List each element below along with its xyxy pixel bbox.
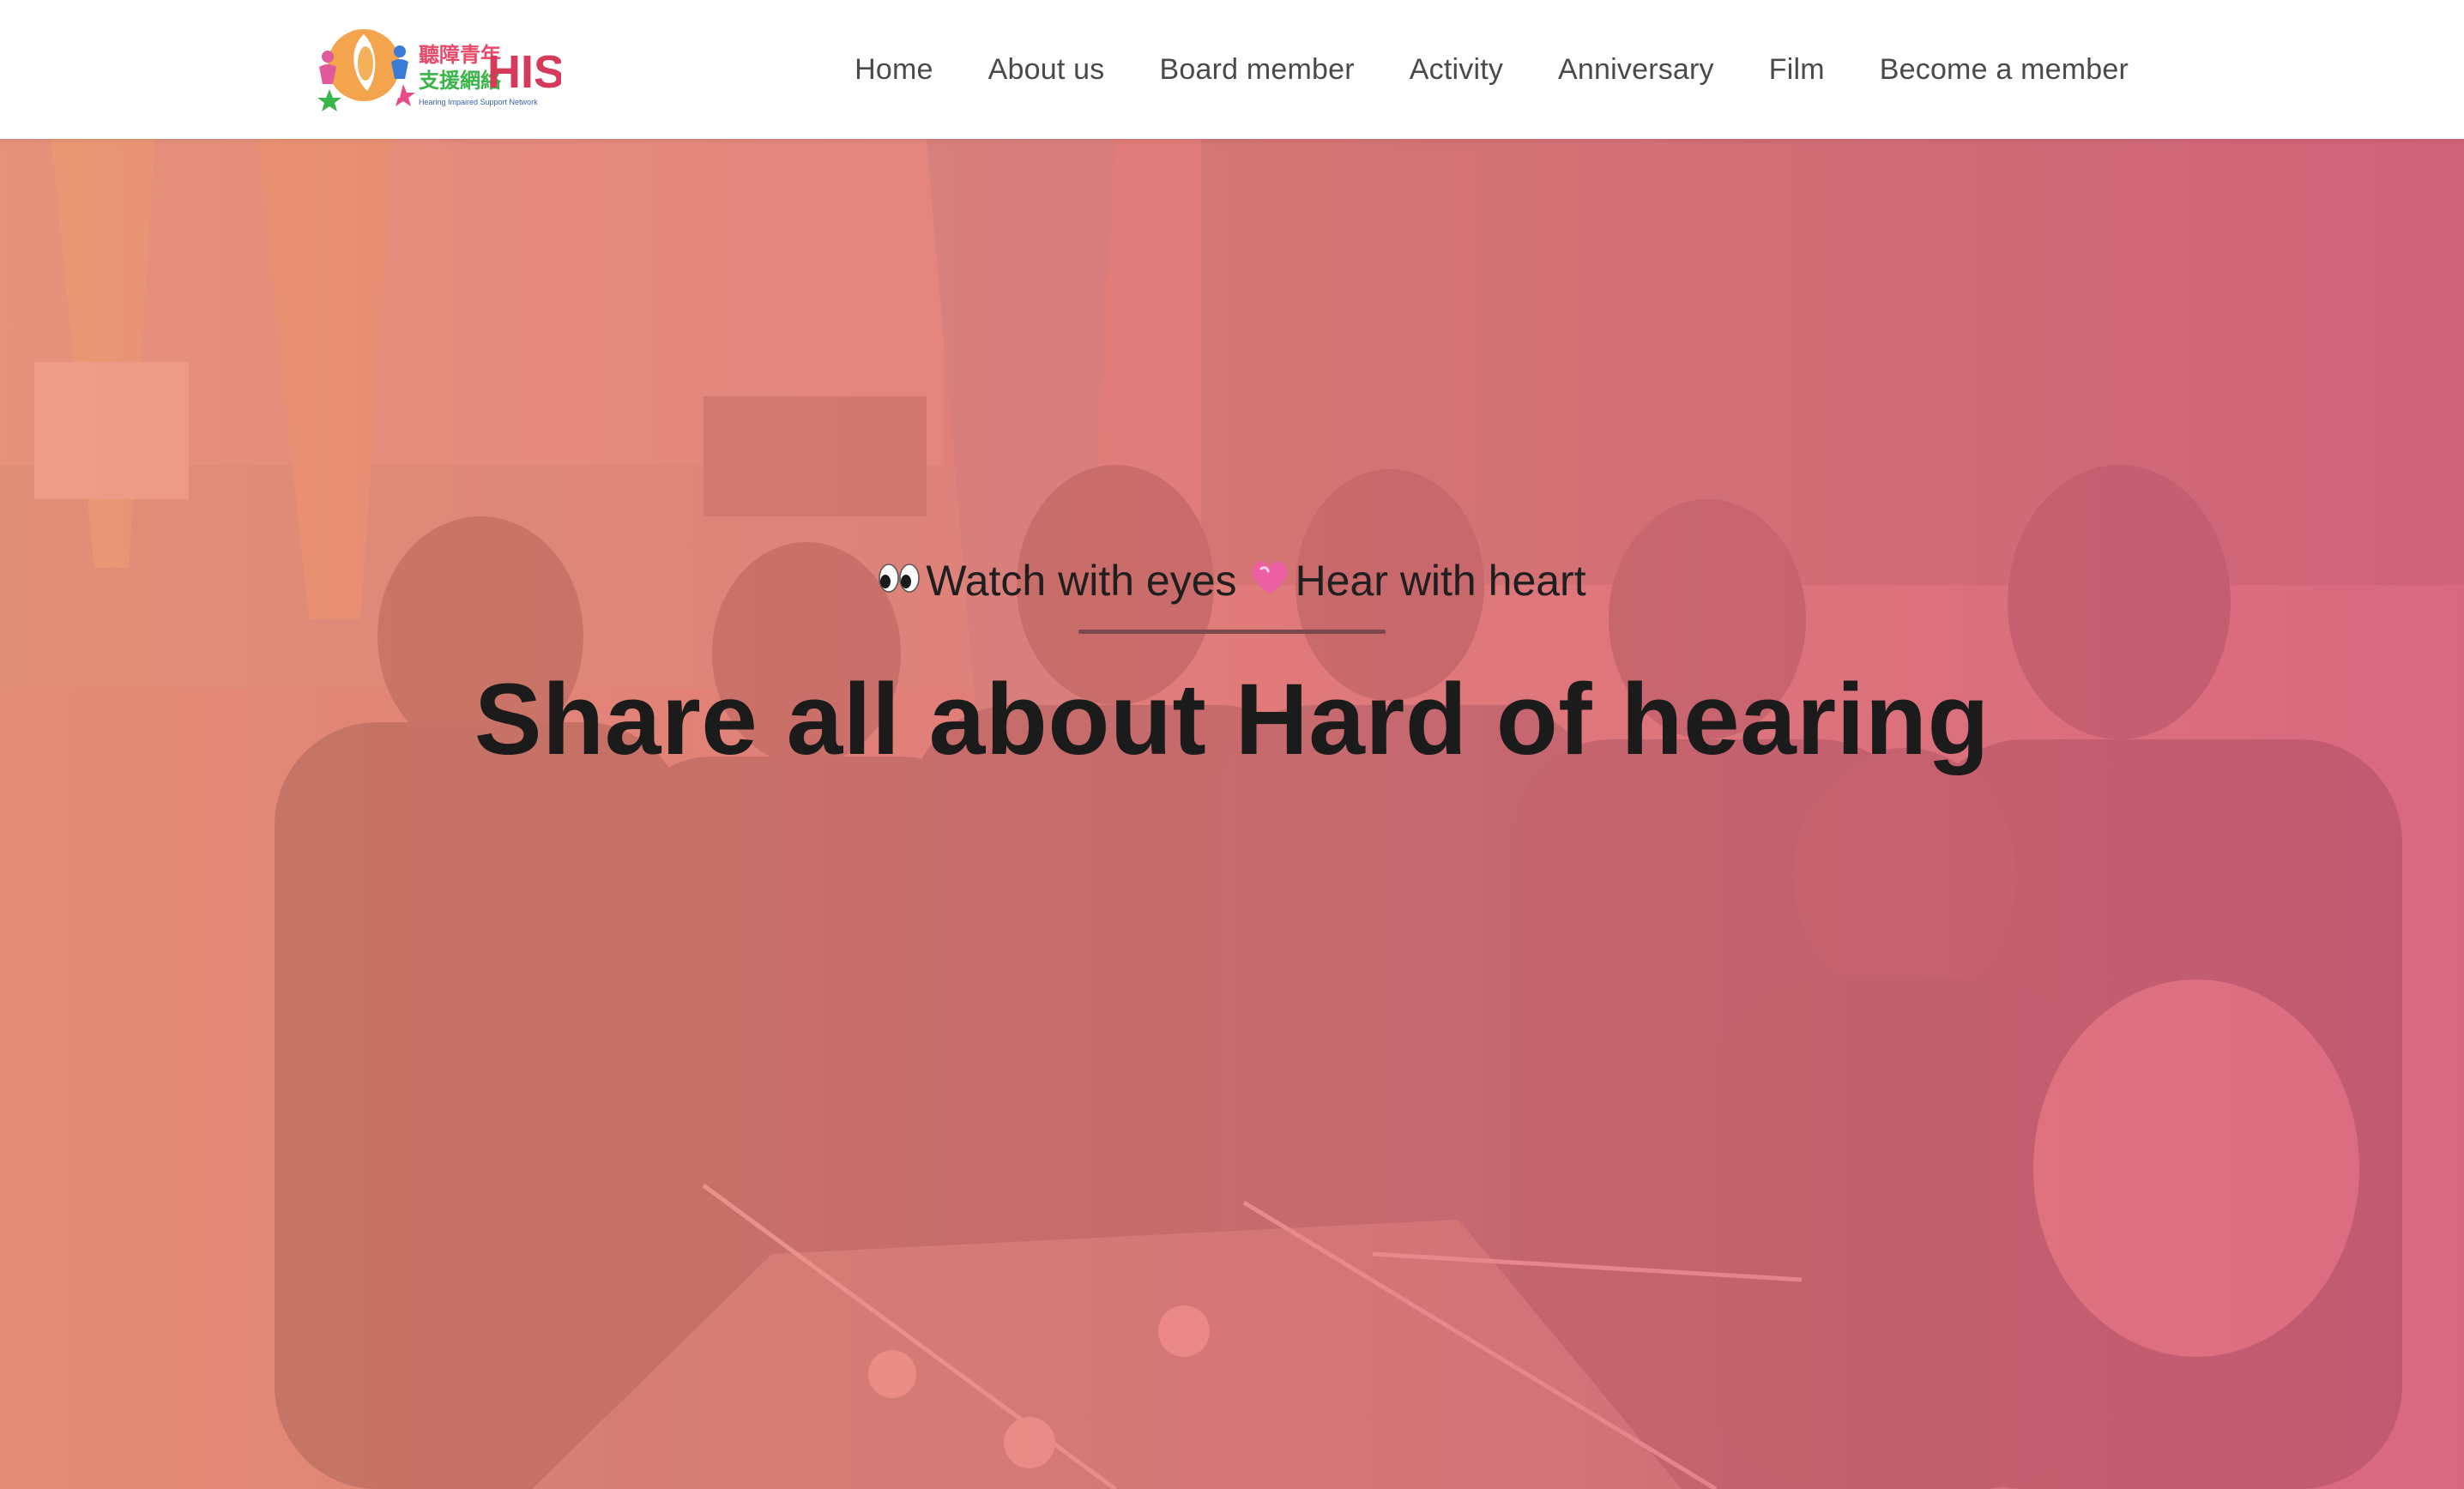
main-nav: Home About us Board member Activity Anni… [855,0,2129,139]
nav-item-board-member[interactable]: Board member [1159,53,1354,87]
hero-color-overlay [0,139,2464,1489]
tagline-hear-text: Hear with heart [1295,557,1586,605]
hero-tagline: Watch with eyes Hear with heart [878,551,1586,611]
logo-acronym: HISN [487,46,561,98]
nav-item-activity[interactable]: Activity [1410,53,1503,87]
hero-title: Share all about Hard of hearing [474,663,1990,776]
nav-item-anniversary[interactable]: Anniversary [1558,53,1714,87]
nav-item-home[interactable]: Home [855,53,933,87]
hero-divider [1078,630,1386,634]
top-navbar: 聽障青年 支援網絡 HISN Hearing Impaired Support … [0,0,2464,139]
tagline-watch-text: Watch with eyes [926,557,1237,605]
pink-heart-icon [1249,558,1290,603]
logo-subtitle: Hearing Impaired Support Network [419,98,538,106]
eyes-icon [878,559,921,602]
hero-content: Watch with eyes Hear with heart Share al… [0,551,2464,781]
nav-item-about-us[interactable]: About us [988,53,1105,87]
hero-section: Watch with eyes Hear with heart Share al… [0,139,2464,1489]
site-logo[interactable]: 聽障青年 支援網絡 HISN Hearing Impaired Support … [311,22,561,112]
nav-item-film[interactable]: Film [1769,53,1825,87]
nav-item-become-a-member[interactable]: Become a member [1880,53,2129,87]
